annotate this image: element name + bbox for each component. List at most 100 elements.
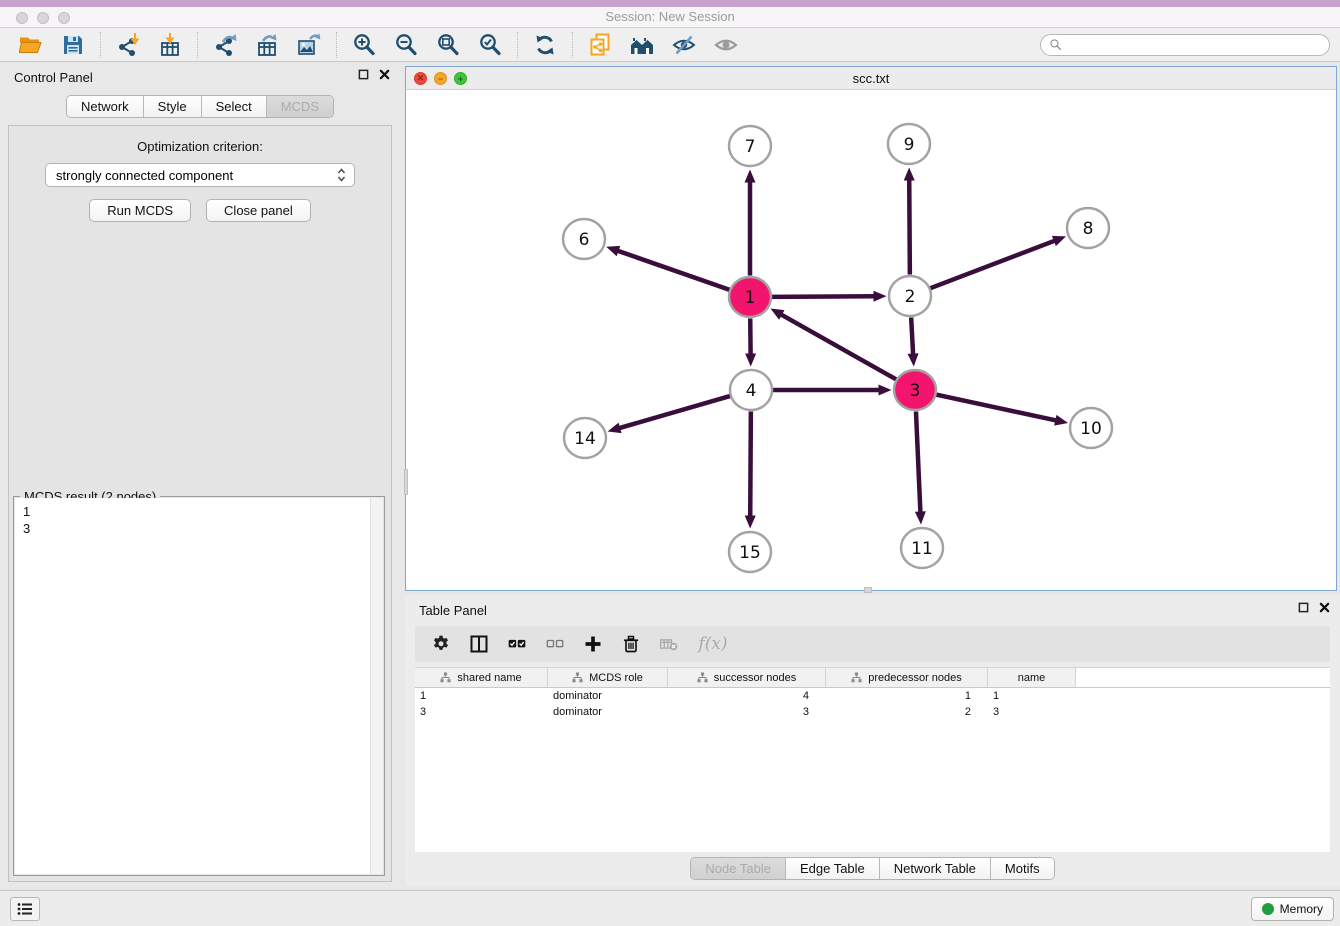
edge-arrowhead (745, 515, 756, 528)
result-scrollbar[interactable] (370, 498, 383, 874)
save-icon[interactable] (59, 31, 87, 59)
zoom-fit-icon[interactable] (434, 31, 462, 59)
optimization-criterion-label: Optimization criterion: (9, 139, 391, 154)
toolbar-separator (100, 32, 101, 58)
left-splitter-handle[interactable] (404, 469, 408, 495)
dropdown-selected-value: strongly connected component (56, 168, 337, 183)
edge-arrowhead (873, 291, 886, 302)
application-window: Session: New Session Control Panel Netwo… (0, 0, 1340, 926)
refresh-icon[interactable] (531, 31, 559, 59)
close-table-panel-icon[interactable] (1319, 602, 1330, 613)
edge-2-8[interactable] (930, 240, 1056, 288)
float-panel-icon[interactable] (358, 69, 369, 80)
edge-arrowhead (1052, 236, 1066, 246)
select-all-icon[interactable] (505, 632, 529, 656)
table-panel: Table Panel f(x) shared nameMCDS rolesuc… (405, 595, 1340, 886)
zoom-selected-icon[interactable] (476, 31, 504, 59)
node-label-9: 9 (904, 135, 915, 155)
add-icon[interactable] (581, 632, 605, 656)
node-label-15: 15 (739, 543, 761, 563)
edge-3-10[interactable] (936, 395, 1057, 421)
export-network-icon[interactable] (211, 31, 239, 59)
edge-arrowhead (608, 423, 622, 434)
optimization-criterion-dropdown[interactable]: strongly connected component (45, 163, 355, 187)
tab-node-table[interactable]: Node Table (691, 858, 786, 879)
table-toolbar: f(x) (415, 626, 1330, 662)
tab-edge-table[interactable]: Edge Table (786, 858, 880, 879)
node-label-10: 10 (1080, 419, 1102, 439)
control-panel-title: Control Panel (14, 70, 93, 85)
node-label-14: 14 (574, 429, 596, 449)
column-header-shared-name[interactable]: shared name (415, 668, 548, 687)
search-input[interactable] (1067, 38, 1321, 52)
edge-4-14[interactable] (618, 396, 730, 428)
tab-style[interactable]: Style (144, 96, 202, 117)
float-table-panel-icon[interactable] (1298, 602, 1309, 613)
dropdown-chevrons-icon (337, 168, 346, 182)
tab-motifs[interactable]: Motifs (991, 858, 1054, 879)
export-image-icon[interactable] (295, 31, 323, 59)
export-table-icon[interactable] (253, 31, 281, 59)
first-neighbors-icon[interactable] (628, 31, 656, 59)
hide-selected-icon[interactable] (670, 31, 698, 59)
search-box[interactable] (1040, 34, 1330, 56)
node-label-6: 6 (579, 230, 590, 250)
gear-icon[interactable] (429, 632, 453, 656)
column-header-MCDS-role[interactable]: MCDS role (548, 668, 668, 687)
tab-mcds[interactable]: MCDS (267, 96, 333, 117)
node-label-4: 4 (746, 381, 757, 401)
cell-shared-name: 3 (415, 706, 548, 718)
cell-name: 3 (988, 706, 1076, 718)
edge-2-9[interactable] (909, 178, 910, 274)
column-header-name[interactable]: name (988, 668, 1076, 687)
delete-icon[interactable] (619, 632, 643, 656)
table-row[interactable]: 1dominator411 (415, 688, 1330, 704)
search-icon (1049, 38, 1062, 51)
edge-arrowhead (915, 511, 926, 524)
toolbar-separator (197, 32, 198, 58)
edge-1-2[interactable] (771, 296, 875, 297)
zoom-in-icon[interactable] (350, 31, 378, 59)
toolbar-separator (517, 32, 518, 58)
cell-MCDS-role: dominator (548, 690, 668, 702)
clone-network-icon[interactable] (586, 31, 614, 59)
close-panel-button[interactable]: Close panel (206, 199, 311, 222)
columns-icon[interactable] (467, 632, 491, 656)
tree-icon (572, 672, 583, 683)
cell-successor-nodes: 3 (668, 706, 826, 718)
tab-select[interactable]: Select (202, 96, 267, 117)
open-icon[interactable] (17, 31, 45, 59)
run-mcds-button[interactable]: Run MCDS (89, 199, 191, 222)
window-title: Session: New Session (0, 9, 1340, 24)
result-node-id: 3 (23, 520, 383, 537)
function-icon: f(x) (695, 632, 729, 656)
column-header-predecessor-nodes[interactable]: predecessor nodes (826, 668, 988, 687)
table-row[interactable]: 3dominator323 (415, 704, 1330, 720)
control-panel-tabs: NetworkStyleSelectMCDS (66, 95, 334, 118)
mcds-result-list[interactable]: 13 (15, 498, 383, 874)
column-header-successor-nodes[interactable]: successor nodes (668, 668, 826, 687)
task-history-button[interactable] (10, 897, 40, 921)
show-all-icon[interactable] (712, 31, 740, 59)
zoom-out-icon[interactable] (392, 31, 420, 59)
node-label-8: 8 (1083, 219, 1094, 239)
toolbar-separator (336, 32, 337, 58)
edge-1-6[interactable] (617, 250, 730, 290)
edge-2-3[interactable] (911, 317, 913, 355)
bottom-splitter-handle[interactable] (864, 587, 872, 593)
tree-icon (851, 672, 862, 683)
deselect-all-icon[interactable] (543, 632, 567, 656)
close-panel-icon[interactable] (379, 69, 390, 80)
memory-button[interactable]: Memory (1251, 897, 1334, 921)
tab-network[interactable]: Network (67, 96, 144, 117)
edge-4-15[interactable] (750, 411, 751, 517)
network-canvas[interactable]: 7968124314101511 (406, 90, 1336, 590)
mcds-result-group: MCDS result (2 nodes) 13 (13, 496, 385, 876)
import-network-icon[interactable] (114, 31, 142, 59)
table-panel-title: Table Panel (419, 603, 487, 618)
memory-label: Memory (1280, 902, 1323, 916)
tab-network-table[interactable]: Network Table (880, 858, 991, 879)
import-table-icon[interactable] (156, 31, 184, 59)
edge-3-1[interactable] (780, 314, 896, 380)
edge-3-11[interactable] (916, 411, 921, 513)
